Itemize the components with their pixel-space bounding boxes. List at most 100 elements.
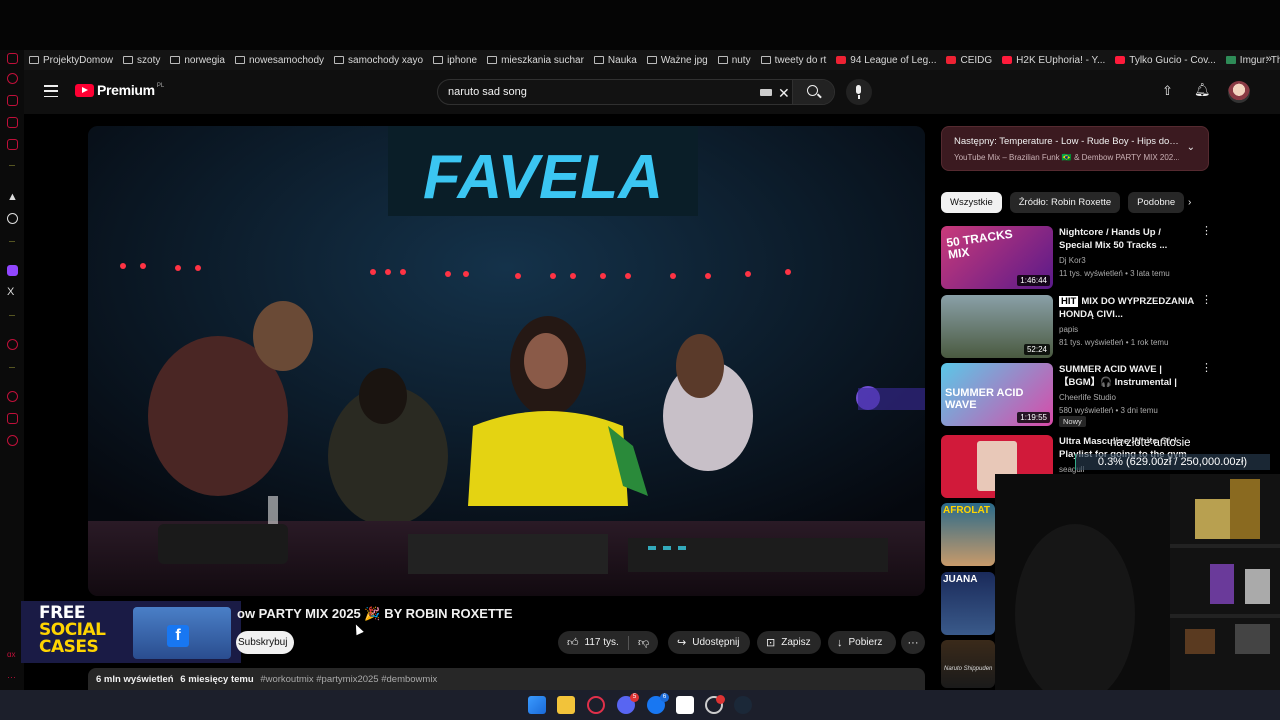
messenger-icon[interactable]: 6 (647, 693, 669, 714)
windows-start-icon[interactable] (528, 696, 546, 714)
share-button[interactable]: ↪ Udostępnij (668, 631, 750, 654)
kebab-icon[interactable]: ⋮ (1201, 363, 1212, 374)
save-button[interactable]: ⊡ Zapisz (757, 631, 821, 654)
favela-sign: FAVELA (423, 143, 663, 212)
video-thumbnail[interactable]: JUANA (941, 572, 995, 635)
chip-all[interactable]: Wszystkie (941, 192, 1002, 213)
kebab-icon[interactable]: ⋮ (1201, 295, 1212, 306)
bookmark-item[interactable]: Tylko Gucio - Cov... (1110, 50, 1221, 70)
up-next-card[interactable]: Następny: Temperature - Low - Rude Boy -… (941, 126, 1209, 171)
bookmark-item[interactable]: norwegia (165, 50, 230, 70)
donation-goal-name: na złote antosie (1110, 437, 1191, 449)
notion-icon[interactable] (676, 696, 694, 714)
rec-title[interactable]: HIT MIX DO WYPRZEDZANIA HONDĄ CIVI... (1059, 295, 1194, 321)
bookmark-label: tweety do rt (774, 54, 827, 66)
arc-app-icon[interactable]: ▲ (7, 191, 18, 203)
bookmark-item[interactable]: H2K EUphoria! - Y... (997, 50, 1110, 70)
description-box[interactable]: 6 mln wyświetleń 6 miesięcy temu #workou… (88, 668, 925, 690)
bookmark-item[interactable]: ProjektyDomow (24, 50, 118, 70)
download-button[interactable]: ↓ Pobierz (828, 631, 896, 654)
file-explorer-icon[interactable] (557, 696, 575, 714)
rec-channel[interactable]: Dj Kor3 (1059, 256, 1086, 265)
history-icon[interactable] (7, 73, 18, 84)
search-button[interactable] (792, 80, 834, 104)
panel-app-icon[interactable] (7, 53, 18, 64)
more-actions-button[interactable]: ··· (901, 631, 925, 654)
folder-icon (123, 56, 134, 64)
upload-icon[interactable]: ⇧ (1162, 83, 1173, 99)
extension-icon[interactable]: ɑx (7, 650, 18, 661)
messenger-icon[interactable] (7, 117, 18, 128)
bookmark-item[interactable]: szoty (118, 50, 165, 70)
rec-channel[interactable]: papis (1059, 325, 1078, 334)
subscribe-button[interactable]: Subskrybuj (236, 631, 294, 654)
dislike-button[interactable]: 👎︎ (630, 631, 658, 654)
notes-icon[interactable] (7, 139, 18, 150)
video-player[interactable]: FAVELA (88, 126, 925, 596)
more-icon[interactable]: ··· (7, 672, 18, 683)
chip-related[interactable]: Podobne (1128, 192, 1185, 213)
youtube-premium-logo[interactable]: Premium PL (75, 82, 164, 98)
list-item[interactable]: SUMMER ACID WAVE 1:19:55 SUMMER ACID WAV… (941, 363, 1212, 427)
donation-progress-text: 0.3% (629.00zł / 250,000.00zł) (1097, 456, 1248, 468)
bookmarks-overflow-icon[interactable]: » (1266, 53, 1272, 65)
bookmark-label: szoty (137, 54, 161, 66)
opera-gx-icon[interactable] (587, 696, 605, 714)
video-thumbnail[interactable]: SUMMER ACID WAVE 1:19:55 (941, 363, 1053, 426)
wallet-icon[interactable] (7, 95, 18, 106)
list-item[interactable]: 52:24 HIT MIX DO WYPRZEDZANIA HONDĄ CIVI.… (941, 295, 1212, 359)
chip-source[interactable]: Źródło: Robin Roxette (1009, 192, 1121, 213)
kebab-icon[interactable]: ⋮ (1201, 226, 1212, 237)
bookmark-label: Imgur: The most a... (1239, 54, 1280, 66)
bookmark-icon: ⊡ (766, 637, 776, 649)
thumbnail-text: Naruto Shippuden (944, 666, 993, 672)
bookmark-item[interactable]: samochody xayo (329, 50, 428, 70)
filter-chips: Wszystkie Źródło: Robin Roxette Podobne (941, 192, 1185, 214)
bookmark-item[interactable]: nowesamochody (230, 50, 329, 70)
bookmark-item[interactable]: iphone (428, 50, 482, 70)
rail-divider (9, 241, 15, 242)
bookmark-label: samochody xayo (348, 54, 424, 66)
steam-icon[interactable] (734, 696, 752, 714)
notifications-bell-icon[interactable]: 🔔︎ (1194, 82, 1211, 98)
video-thumbnail[interactable]: Naruto Shippuden (941, 640, 995, 688)
rec-channel[interactable]: Cheerlife Studio (1059, 393, 1116, 402)
menu-icon[interactable] (44, 85, 58, 97)
bookmark-item[interactable]: nuty (713, 50, 756, 70)
video-thumbnail[interactable]: AFROLAT (941, 503, 995, 566)
webcam-overlay (995, 474, 1280, 690)
chevron-down-icon[interactable]: ⌄ (1187, 142, 1195, 153)
chat-icon[interactable] (7, 413, 18, 424)
video-thumbnail[interactable]: 50 TRACKS MIX 1:46:44 (941, 226, 1053, 289)
add-panel-icon[interactable] (7, 339, 18, 350)
bookmark-item[interactable]: Nauka (589, 50, 642, 70)
video-title: ow PARTY MIX 2025 🎉 BY ROBIN ROXETTE (237, 606, 513, 621)
rec-title[interactable]: Nightcore / Hands Up / Special Mix 50 Tr… (1059, 226, 1194, 252)
bookmark-item[interactable]: mieszkania suchar (482, 50, 589, 70)
app-icon[interactable] (705, 695, 725, 714)
keyboard-icon[interactable] (760, 89, 772, 96)
video-thumbnail[interactable]: 52:24 (941, 295, 1053, 358)
settings-icon[interactable] (7, 435, 18, 446)
clock-icon[interactable] (7, 391, 18, 402)
hashtags[interactable]: #workoutmix #partymix2025 #dembowmix (260, 674, 437, 685)
chatgpt-icon[interactable] (7, 213, 18, 224)
youtube-icon (1115, 56, 1126, 64)
mouse-cursor (352, 622, 364, 636)
x-twitter-icon[interactable]: X (7, 287, 18, 298)
avatar[interactable] (1228, 81, 1250, 103)
bookmark-item[interactable]: 94 League of Leg... (831, 50, 941, 70)
chevron-right-icon[interactable]: › (1188, 197, 1191, 208)
twitch-icon[interactable] (7, 265, 18, 276)
bookmark-item[interactable]: tweety do rt (756, 50, 832, 70)
voice-search-button[interactable] (846, 79, 872, 105)
stream-ad-overlay: FREE SOCIAL CASES f (21, 601, 241, 663)
discord-icon[interactable]: 5 (617, 693, 639, 714)
search-input[interactable] (448, 86, 738, 98)
clear-icon[interactable]: ✕ (778, 85, 790, 102)
bookmark-item[interactable]: Ważne jpg (642, 50, 713, 70)
list-item[interactable]: 50 TRACKS MIX 1:46:44 Nightcore / Hands … (941, 226, 1212, 290)
rec-title[interactable]: SUMMER ACID WAVE | 【BGM】🎧 Instrumental |… (1059, 363, 1194, 390)
bookmark-item[interactable]: CEIDG (941, 50, 997, 70)
folder-icon (593, 56, 604, 64)
